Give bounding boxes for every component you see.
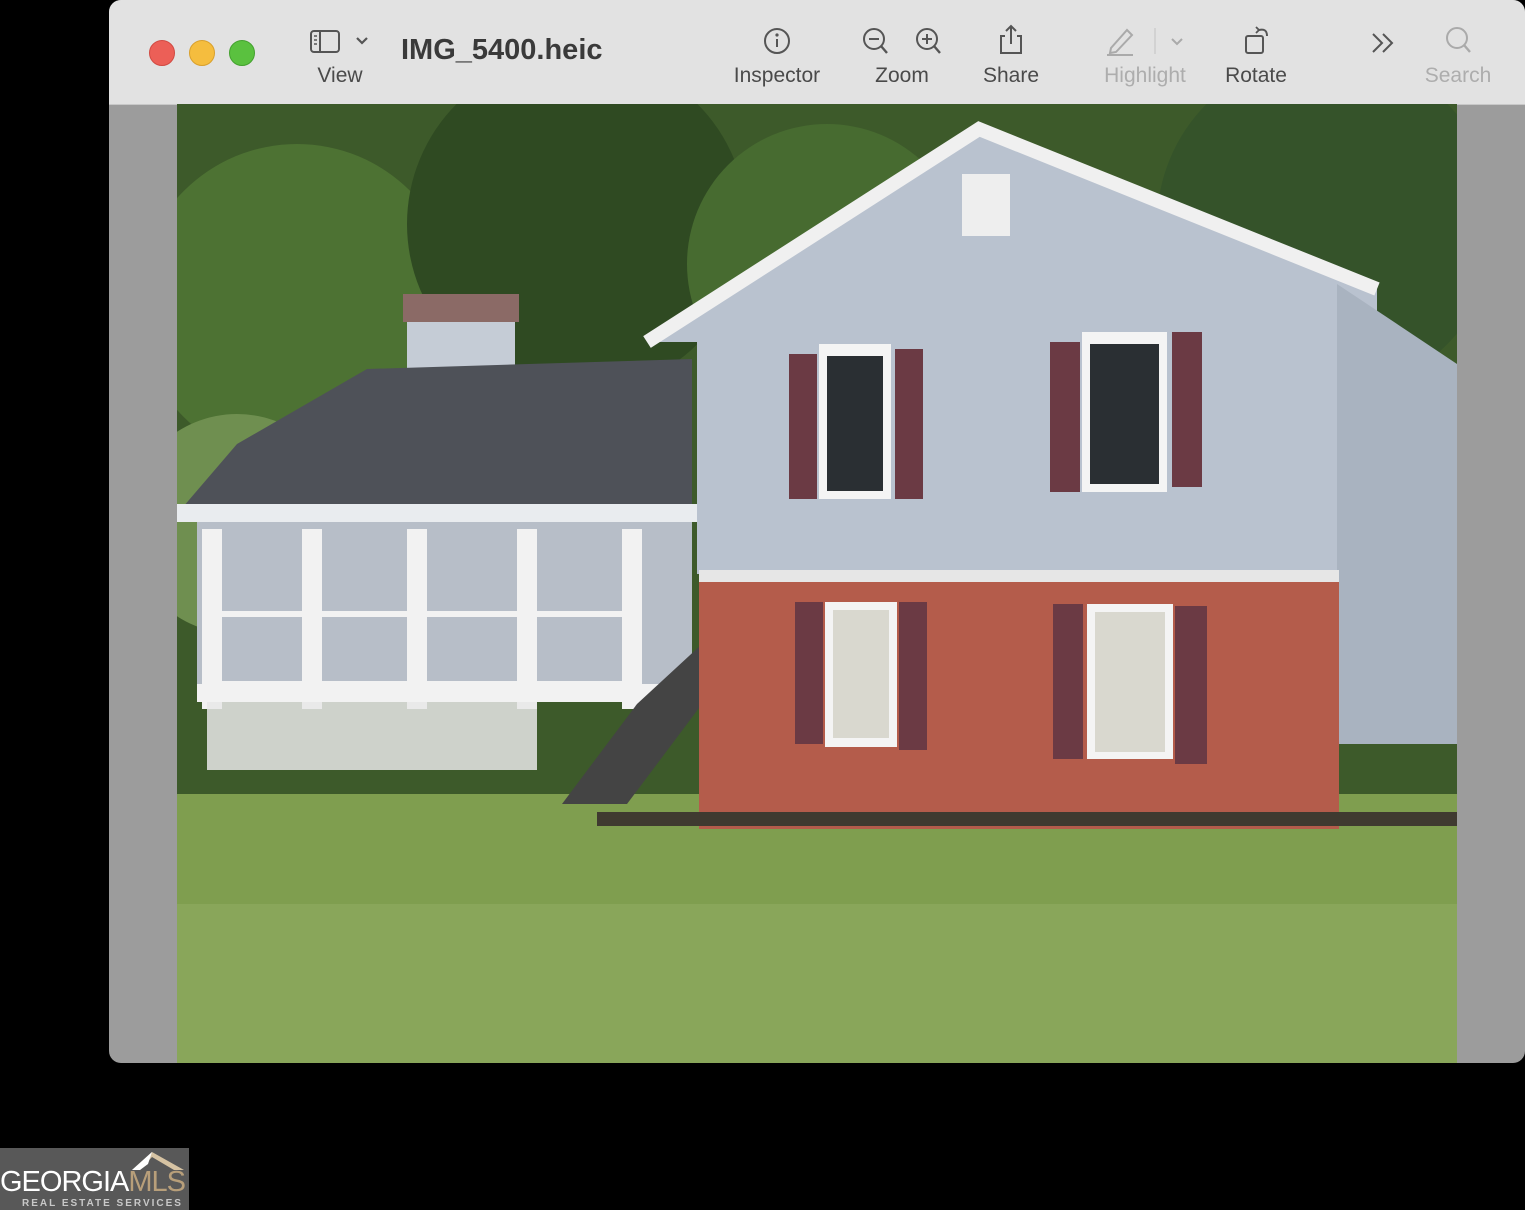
search-button[interactable]: Search bbox=[1419, 22, 1497, 88]
house-photo bbox=[177, 104, 1457, 1063]
view-button[interactable]: View bbox=[305, 22, 375, 88]
rotate-button[interactable]: Rotate bbox=[1221, 22, 1291, 88]
preview-window: View IMG_5400.heic Inspector Zoom Share bbox=[109, 0, 1525, 1063]
zoom-icons bbox=[863, 28, 941, 54]
rotate-label: Rotate bbox=[1225, 64, 1287, 87]
zoom-button[interactable]: Zoom bbox=[857, 22, 947, 88]
highlight-button[interactable]: Highlight bbox=[1095, 22, 1195, 88]
pencil-icon bbox=[1107, 28, 1183, 56]
share-button[interactable]: Share bbox=[981, 22, 1041, 88]
view-label: View bbox=[317, 64, 363, 87]
lattice bbox=[207, 702, 537, 770]
highlight-label: Highlight bbox=[1104, 64, 1186, 87]
more-chevrons-icon[interactable] bbox=[1367, 28, 1403, 58]
info-icon bbox=[764, 28, 790, 54]
window-title: IMG_5400.heic bbox=[401, 34, 603, 66]
zoom-label: Zoom bbox=[875, 64, 929, 87]
zoom-in-icon bbox=[916, 28, 941, 54]
fullscreen-button[interactable] bbox=[229, 40, 255, 66]
rotate-icon bbox=[1245, 26, 1268, 54]
inspector-button[interactable]: Inspector bbox=[727, 22, 827, 88]
logo-wordmark: GEORGIAMLS bbox=[0, 1166, 186, 1198]
minimize-button[interactable] bbox=[189, 40, 215, 66]
search-label: Search bbox=[1424, 64, 1492, 87]
share-label: Share bbox=[982, 64, 1040, 87]
logo-tagline: REAL ESTATE SERVICES bbox=[22, 1198, 183, 1209]
chevron-down-icon bbox=[1171, 38, 1183, 46]
share-icon bbox=[1000, 24, 1022, 54]
search-icon bbox=[1446, 27, 1471, 53]
zoom-out-icon bbox=[863, 28, 888, 54]
georgia-mls-logo: GEORGIAMLS REAL ESTATE SERVICES bbox=[0, 1148, 189, 1210]
toolbar: View IMG_5400.heic Inspector Zoom Share bbox=[109, 0, 1525, 105]
sidebar-icon bbox=[310, 30, 368, 53]
chevron-down-icon bbox=[356, 37, 368, 45]
inspector-label: Inspector bbox=[733, 64, 821, 87]
close-button[interactable] bbox=[149, 40, 175, 66]
